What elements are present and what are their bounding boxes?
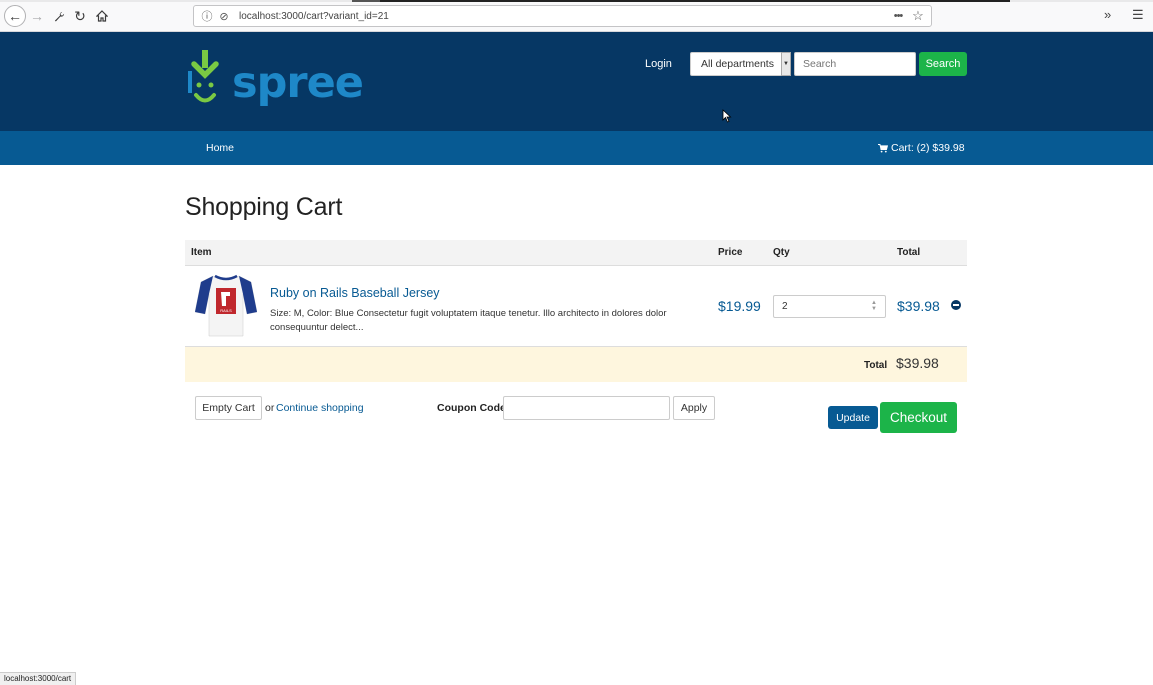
empty-cart-button[interactable]: Empty Cart xyxy=(195,396,262,420)
status-bar-url: localhost:3000/cart xyxy=(0,672,77,685)
remove-item-icon[interactable] xyxy=(951,300,961,310)
order-total-value: $39.98 xyxy=(896,355,939,371)
page-actions-icon[interactable]: ••• xyxy=(889,10,907,22)
wrench-icon[interactable] xyxy=(49,6,69,26)
quantity-stepper-icon[interactable]: ▲ ▼ xyxy=(871,300,877,312)
overflow-icon[interactable]: » xyxy=(1104,7,1111,22)
menu-icon[interactable]: ☰ xyxy=(1132,7,1144,23)
coupon-code-label: Coupon Code xyxy=(437,402,506,414)
cart-link[interactable]: Cart: (2) $39.98 xyxy=(878,142,965,154)
or-text: or xyxy=(265,402,275,414)
column-total: Total xyxy=(897,247,921,258)
thumbnail-text: RAILS xyxy=(220,308,232,313)
search-button[interactable]: Search xyxy=(919,52,967,76)
tracking-shield-icon[interactable]: ⊘ xyxy=(217,10,231,23)
coupon-code-input[interactable] xyxy=(503,396,670,420)
logo-text: spree xyxy=(232,58,364,108)
url-text[interactable]: localhost:3000/cart?variant_id=21 xyxy=(239,11,889,22)
quantity-input[interactable] xyxy=(773,295,886,318)
main-navbar: Home Cart: (2) $39.98 xyxy=(0,131,1153,165)
nav-home-link[interactable]: Home xyxy=(206,142,234,154)
cart-icon xyxy=(878,143,888,152)
checkout-button[interactable]: Checkout xyxy=(880,402,957,433)
tab-indicator-bar xyxy=(380,0,1010,2)
product-name-link[interactable]: Ruby on Rails Baseball Jersey xyxy=(270,286,440,300)
chevron-down-icon[interactable]: ▼ xyxy=(781,52,791,76)
cart-link-label: Cart: (2) $39.98 xyxy=(891,142,965,154)
column-qty: Qty xyxy=(773,247,790,258)
store-header: spree Login All departments ▼ Search xyxy=(0,32,1153,131)
column-item: Item xyxy=(191,247,212,258)
login-link[interactable]: Login xyxy=(645,58,672,70)
department-select[interactable]: All departments ▼ xyxy=(690,52,791,76)
bookmark-star-icon[interactable]: ☆ xyxy=(909,8,927,24)
cart-table-header: Item Price Qty Total xyxy=(185,240,967,266)
forward-icon[interactable]: → xyxy=(27,6,47,26)
order-total-label: Total xyxy=(864,360,888,371)
table-row: RAILS Ruby on Rails Baseball Jersey Size… xyxy=(185,266,967,347)
browser-toolbar: ← → ↻ ⓘ ⊘ localhost:3000/cart?variant_id… xyxy=(0,0,1153,32)
spree-logo[interactable]: spree xyxy=(186,50,364,110)
product-thumbnail[interactable]: RAILS xyxy=(195,272,257,338)
info-icon[interactable]: ⓘ xyxy=(200,8,214,24)
search-input[interactable] xyxy=(794,52,916,76)
back-icon[interactable]: ← xyxy=(4,5,26,27)
tab-indicator xyxy=(352,0,380,2)
address-bar[interactable]: ⓘ ⊘ localhost:3000/cart?variant_id=21 ••… xyxy=(193,5,932,27)
order-total-row: Total $39.98 xyxy=(185,347,967,382)
home-icon[interactable] xyxy=(92,6,112,26)
item-price: $19.99 xyxy=(718,298,761,314)
product-description: Size: M, Color: Blue Consectetur fugit v… xyxy=(270,308,667,333)
item-total: $39.98 xyxy=(897,298,940,314)
spree-logo-icon xyxy=(188,50,219,103)
mouse-cursor-icon xyxy=(722,109,732,123)
apply-coupon-button[interactable]: Apply xyxy=(673,396,715,420)
reload-icon[interactable]: ↻ xyxy=(70,6,90,26)
update-cart-button[interactable]: Update xyxy=(828,406,878,429)
continue-shopping-link[interactable]: Continue shopping xyxy=(276,402,364,414)
column-price: Price xyxy=(718,247,743,258)
page-title: Shopping Cart xyxy=(185,193,343,221)
department-select-value: All departments xyxy=(701,58,774,70)
